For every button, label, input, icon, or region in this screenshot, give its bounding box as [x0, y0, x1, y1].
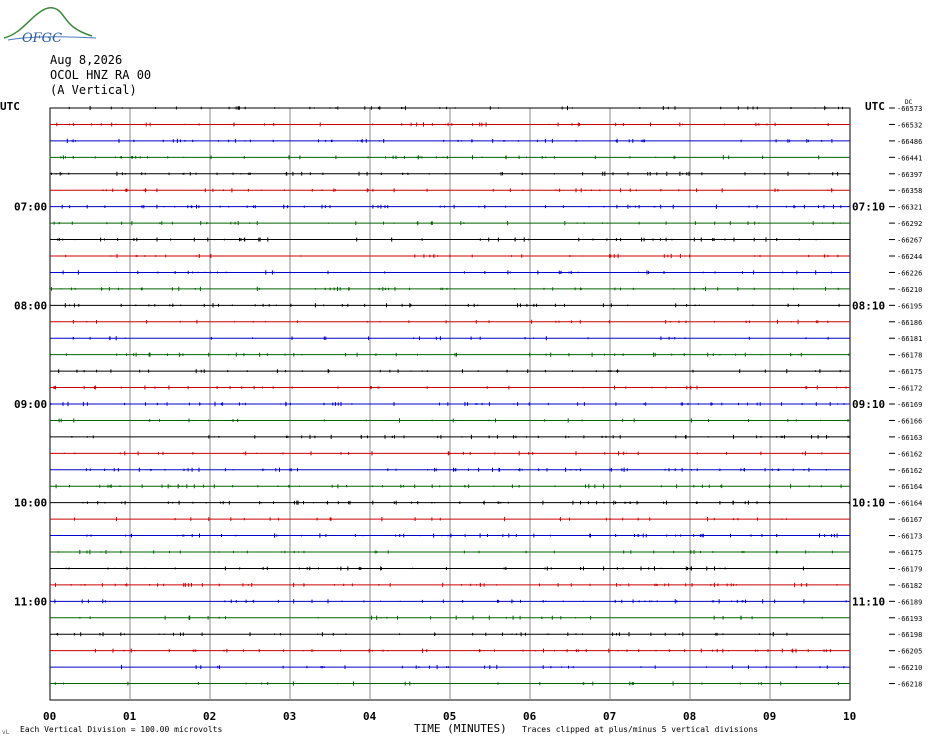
- dc-offset-label: -66198: [897, 631, 922, 639]
- dc-offset-label: -66358: [897, 187, 922, 195]
- dc-offset-label: -66267: [897, 237, 922, 245]
- dc-offset-label: -66181: [897, 335, 922, 343]
- x-tick-label: 04: [363, 710, 377, 723]
- dc-offset-label: -66172: [897, 385, 922, 393]
- dc-offset-label: -66226: [897, 269, 922, 277]
- right-hour-label: 07:10: [852, 201, 885, 214]
- dc-offset-label: -66175: [897, 549, 922, 557]
- dc-offset-label: -66195: [897, 302, 922, 310]
- dc-offset-label: -66175: [897, 368, 922, 376]
- dc-offset-label: -66218: [897, 681, 922, 689]
- dc-offset-label: -66167: [897, 516, 922, 524]
- right-hour-label: 10:10: [852, 497, 885, 510]
- dc-offset-label: -66164: [897, 500, 922, 508]
- dc-offset-label: -66186: [897, 319, 922, 327]
- right-hour-label: 09:10: [852, 398, 885, 411]
- dc-offset-label: -66486: [897, 138, 922, 146]
- dc-offset-label: -66193: [897, 615, 922, 623]
- dc-offset-label: -66441: [897, 154, 922, 162]
- dc-offset-label: -66179: [897, 565, 922, 573]
- right-axis-title: UTC: [865, 100, 885, 113]
- left-hour-label: 10:00: [14, 497, 47, 510]
- scale-note: Each Vertical Division = 100.00 microvol…: [20, 725, 223, 734]
- dc-offset-label: -66163: [897, 434, 922, 442]
- dc-offset-label: -66169: [897, 401, 922, 409]
- helicorder-plot: -66573 -66532 -66486 -66441 -66397 -66358 -663…: [0, 99, 922, 723]
- x-tick-label: 07: [603, 710, 616, 723]
- x-tick-label: 10: [843, 710, 856, 723]
- dc-offset-label: -66205: [897, 648, 922, 656]
- left-hour-label: 11:00: [14, 595, 47, 608]
- dc-label: DC: [905, 99, 913, 106]
- left-hour-label: 07:00: [14, 201, 47, 214]
- dc-offset-label: -66162: [897, 467, 922, 475]
- dc-offset-label: -66321: [897, 204, 922, 212]
- right-hour-label: 08:10: [852, 299, 885, 312]
- x-tick-label: 02: [203, 710, 216, 723]
- dc-offset-label: -66210: [897, 286, 922, 294]
- x-tick-label: 06: [523, 710, 537, 723]
- clip-note: Traces clipped at plus/minus 5 vertical …: [522, 725, 759, 734]
- left-hour-label: 08:00: [14, 299, 47, 312]
- dc-offset-label: -66244: [897, 253, 922, 261]
- dc-offset-label: -66210: [897, 664, 922, 672]
- left-axis-title: UTC: [0, 100, 20, 113]
- dc-offset-label: -66173: [897, 533, 922, 541]
- x-tick-label: 01: [123, 710, 137, 723]
- dc-offset-label: -66397: [897, 171, 922, 179]
- x-tick-label: 09: [763, 710, 776, 723]
- dc-offset-label: -66573: [897, 105, 922, 113]
- dc-offset-label: -66532: [897, 121, 922, 129]
- corner-mark: vL: [2, 729, 10, 736]
- dc-offset-label: -66178: [897, 352, 922, 360]
- dc-offset-label: -66292: [897, 220, 922, 228]
- x-tick-label: 08: [683, 710, 696, 723]
- dc-offset-label: -66164: [897, 483, 922, 491]
- right-hour-label: 11:10: [852, 595, 885, 608]
- dc-offset-label: -66189: [897, 598, 922, 606]
- left-hour-label: 09:00: [14, 398, 47, 411]
- x-tick-label: 03: [283, 710, 296, 723]
- dc-offset-label: -66166: [897, 417, 922, 425]
- x-axis-title: TIME (MINUTES): [414, 722, 507, 735]
- dc-offset-label: -66162: [897, 450, 922, 458]
- dc-offset-label: -66182: [897, 582, 922, 590]
- x-tick-label: 00: [43, 710, 56, 723]
